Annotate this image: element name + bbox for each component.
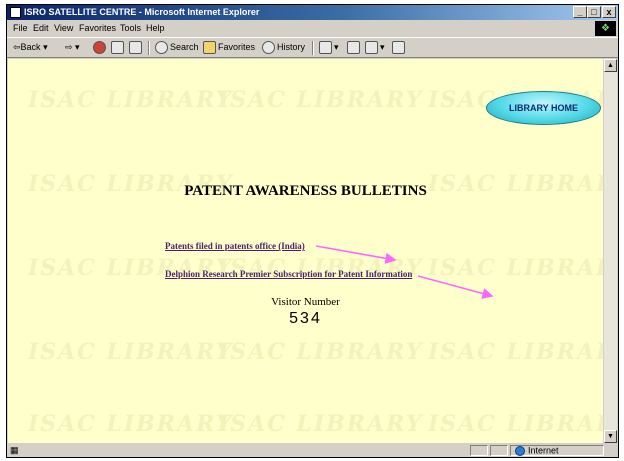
edit-icon: [365, 41, 378, 55]
browser-window: ISRO SATELLITE CENTRE - Microsoft Intern…: [6, 4, 619, 458]
zone-label: Internet: [528, 445, 559, 456]
mail-icon: [319, 41, 332, 55]
print-icon: [347, 41, 360, 55]
scroll-up-arrow-icon[interactable]: ▲: [604, 59, 617, 72]
menu-tools[interactable]: Tools: [120, 21, 141, 36]
back-button[interactable]: ⇦Back ▾: [13, 38, 48, 57]
favorites-label: Favorites: [218, 42, 256, 52]
history-button[interactable]: History: [262, 38, 305, 57]
home-icon: [129, 41, 142, 55]
stop-button[interactable]: [93, 38, 108, 57]
globe-icon: [515, 446, 525, 456]
annotation-arrows: [315, 245, 494, 299]
stop-icon: [93, 41, 106, 55]
back-label: ⇦Back: [13, 42, 41, 52]
status-bar: ▦ Internet: [7, 444, 618, 457]
ie-app-icon: [10, 7, 21, 18]
toolbar-separator: [312, 41, 314, 55]
zone-panel: Internet: [510, 445, 604, 456]
page-status-icon: ▦: [10, 445, 19, 455]
forward-button[interactable]: ⇨ ▾: [65, 38, 80, 57]
windows-logo-icon: ❖: [595, 21, 616, 36]
close-button[interactable]: x: [602, 6, 616, 18]
menu-favorites[interactable]: Favorites: [79, 21, 116, 36]
visitor-counter: 534: [289, 310, 322, 327]
annotation-arrow: [315, 245, 397, 264]
menu-view[interactable]: View: [54, 21, 73, 36]
search-icon: [155, 41, 168, 55]
toolbar-separator: [148, 41, 150, 55]
discuss-button[interactable]: [392, 38, 407, 57]
print-button[interactable]: [347, 38, 362, 57]
refresh-icon: [111, 41, 124, 55]
refresh-button[interactable]: [111, 38, 126, 57]
favorites-button[interactable]: Favorites: [203, 38, 255, 57]
vertical-scrollbar[interactable]: ▲ ▼: [604, 59, 617, 443]
status-cell: [490, 445, 508, 456]
history-label: History: [277, 42, 306, 52]
title-bar: ISRO SATELLITE CENTRE - Microsoft Intern…: [7, 5, 618, 20]
home-button[interactable]: [129, 38, 144, 57]
scroll-down-arrow-icon[interactable]: ▼: [604, 430, 617, 443]
discuss-icon: [392, 41, 405, 55]
maximize-button[interactable]: □: [587, 6, 601, 18]
toolbar: ⇦Back ▾ ⇨ ▾ Search Favorites History ▾ ▾: [7, 37, 618, 58]
page-viewport: ISAC LIBRARY ISAC LIBRARY ISAC LIBRARY I…: [8, 59, 603, 443]
menu-help[interactable]: Help: [146, 21, 165, 36]
minimize-button[interactable]: _: [573, 6, 587, 18]
menu-file[interactable]: File: [13, 21, 28, 36]
menu-bar: File Edit View Favorites Tools Help: [7, 21, 618, 36]
mail-button[interactable]: ▾: [319, 38, 339, 57]
annotation-arrow: [417, 275, 494, 299]
status-cell: [470, 445, 488, 456]
search-button[interactable]: Search: [155, 38, 199, 57]
menu-edit[interactable]: Edit: [33, 21, 49, 36]
forward-icon: ⇨: [65, 42, 73, 52]
favorites-icon: [203, 41, 216, 55]
history-icon: [262, 41, 275, 55]
edit-button[interactable]: ▾: [365, 38, 385, 57]
visitor-label: Visitor Number: [271, 296, 340, 308]
window-title: ISRO SATELLITE CENTRE - Microsoft Intern…: [24, 7, 260, 17]
search-label: Search: [170, 42, 199, 52]
